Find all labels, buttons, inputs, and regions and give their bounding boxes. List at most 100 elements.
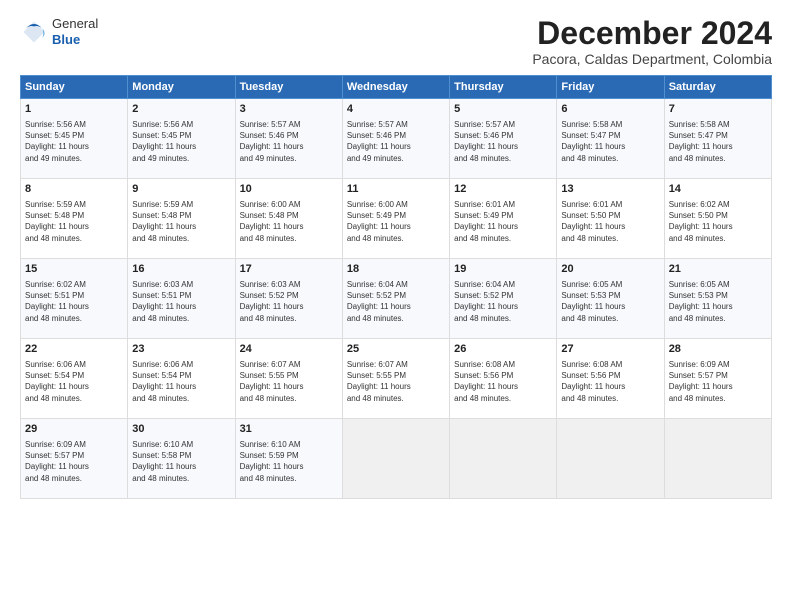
day-number: 12 (454, 182, 552, 197)
day-header-monday: Monday (128, 76, 235, 99)
day-number: 11 (347, 182, 445, 197)
calendar-cell: 20Sunrise: 6:05 AM Sunset: 5:53 PM Dayli… (557, 259, 664, 339)
day-number: 13 (561, 182, 659, 197)
day-info: Sunrise: 6:08 AM Sunset: 5:56 PM Dayligh… (561, 359, 659, 404)
day-number: 7 (669, 102, 767, 117)
day-number: 21 (669, 262, 767, 277)
calendar-cell: 27 Sunrise: 6:08 AM Sunset: 5:56 PM Dayli… (557, 339, 664, 419)
day-info: Sunrise: 6:04 AM Sunset: 5:52 PM Dayligh… (454, 279, 552, 324)
calendar-cell: 13Sunrise: 6:01 AM Sunset: 5:50 PM Dayli… (557, 179, 664, 259)
calendar-cell: 11Sunrise: 6:00 AM Sunset: 5:49 PM Dayli… (342, 179, 449, 259)
calendar-week-4: 22Sunrise: 6:06 AM Sunset: 5:54 PM Dayli… (21, 339, 772, 419)
calendar-title: December 2024 (532, 16, 772, 51)
day-number: 2 (132, 102, 230, 117)
day-header-sunday: Sunday (21, 76, 128, 99)
day-info: Sunrise: 6:08 AM Sunset: 5:56 PM Dayligh… (454, 359, 552, 404)
day-number: 25 (347, 342, 445, 357)
calendar-cell: 24Sunrise: 6:07 AM Sunset: 5:55 PM Dayli… (235, 339, 342, 419)
day-header-wednesday: Wednesday (342, 76, 449, 99)
day-header-friday: Friday (557, 76, 664, 99)
page: General Blue December 2024 Pacora, Calda… (0, 0, 792, 612)
calendar-cell: 15 Sunrise: 6:02 AM Sunset: 5:51 PM Dayli… (21, 259, 128, 339)
day-info: Sunrise: 6:00 AM Sunset: 5:48 PM Dayligh… (240, 199, 338, 244)
calendar-cell: 3 Sunrise: 5:57 AM Sunset: 5:46 PM Daylig… (235, 99, 342, 179)
calendar-cell: 4Sunrise: 5:57 AM Sunset: 5:46 PM Daylig… (342, 99, 449, 179)
calendar-cell: 26Sunrise: 6:08 AM Sunset: 5:56 PM Dayli… (450, 339, 557, 419)
day-info: Sunrise: 6:09 AM Sunset: 5:57 PM Dayligh… (669, 359, 767, 404)
calendar-table: SundayMondayTuesdayWednesdayThursdayFrid… (20, 75, 772, 499)
day-info: Sunrise: 6:03 AM Sunset: 5:52 PM Dayligh… (240, 279, 338, 324)
day-info: Sunrise: 5:58 AM Sunset: 5:47 PM Dayligh… (669, 119, 767, 164)
day-info: Sunrise: 5:59 AM Sunset: 5:48 PM Dayligh… (25, 199, 123, 244)
day-number: 15 (25, 262, 123, 277)
day-header-saturday: Saturday (664, 76, 771, 99)
day-number: 18 (347, 262, 445, 277)
day-number: 8 (25, 182, 123, 197)
day-number: 17 (240, 262, 338, 277)
calendar-cell: 29 Sunrise: 6:09 AM Sunset: 5:57 PM Dayli… (21, 419, 128, 499)
title-block: December 2024 Pacora, Caldas Department,… (532, 16, 772, 67)
day-info: Sunrise: 6:05 AM Sunset: 5:53 PM Dayligh… (561, 279, 659, 324)
day-info: Sunrise: 5:57 AM Sunset: 5:46 PM Dayligh… (454, 119, 552, 164)
calendar-cell (557, 419, 664, 499)
logo-blue: Blue (52, 32, 98, 48)
calendar-cell: 30 Sunrise: 6:10 AM Sunset: 5:58 PM Dayli… (128, 419, 235, 499)
day-info: Sunrise: 6:10 AM Sunset: 5:59 PM Dayligh… (240, 439, 338, 484)
calendar-cell (450, 419, 557, 499)
day-info: Sunrise: 6:06 AM Sunset: 5:54 PM Dayligh… (25, 359, 123, 404)
day-info: Sunrise: 5:58 AM Sunset: 5:47 PM Dayligh… (561, 119, 659, 164)
day-info: Sunrise: 5:56 AM Sunset: 5:45 PM Dayligh… (132, 119, 230, 164)
day-info: Sunrise: 5:57 AM Sunset: 5:46 PM Dayligh… (240, 119, 338, 164)
day-number: 24 (240, 342, 338, 357)
day-info: Sunrise: 6:05 AM Sunset: 5:53 PM Dayligh… (669, 279, 767, 324)
day-info: Sunrise: 6:10 AM Sunset: 5:58 PM Dayligh… (132, 439, 230, 484)
calendar-cell: 7 Sunrise: 5:58 AM Sunset: 5:47 PM Daylig… (664, 99, 771, 179)
calendar-week-5: 29 Sunrise: 6:09 AM Sunset: 5:57 PM Dayli… (21, 419, 772, 499)
logo: General Blue (20, 16, 98, 47)
day-number: 9 (132, 182, 230, 197)
calendar-cell: 17 Sunrise: 6:03 AM Sunset: 5:52 PM Dayli… (235, 259, 342, 339)
calendar-cell: 9 Sunrise: 5:59 AM Sunset: 5:48 PM Daylig… (128, 179, 235, 259)
day-number: 1 (25, 102, 123, 117)
calendar-cell: 19 Sunrise: 6:04 AM Sunset: 5:52 PM Dayli… (450, 259, 557, 339)
day-number: 30 (132, 422, 230, 437)
calendar-week-3: 15 Sunrise: 6:02 AM Sunset: 5:51 PM Dayli… (21, 259, 772, 339)
logo-text: General Blue (52, 16, 98, 47)
calendar-week-1: 1 Sunrise: 5:56 AM Sunset: 5:45 PM Daylig… (21, 99, 772, 179)
header: General Blue December 2024 Pacora, Calda… (20, 16, 772, 67)
calendar-cell: 5 Sunrise: 5:57 AM Sunset: 5:46 PM Daylig… (450, 99, 557, 179)
calendar-cell: 8 Sunrise: 5:59 AM Sunset: 5:48 PM Daylig… (21, 179, 128, 259)
day-number: 16 (132, 262, 230, 277)
day-header-thursday: Thursday (450, 76, 557, 99)
calendar-cell: 23Sunrise: 6:06 AM Sunset: 5:54 PM Dayli… (128, 339, 235, 419)
day-number: 5 (454, 102, 552, 117)
day-info: Sunrise: 5:59 AM Sunset: 5:48 PM Dayligh… (132, 199, 230, 244)
calendar-subtitle: Pacora, Caldas Department, Colombia (532, 51, 772, 67)
day-number: 14 (669, 182, 767, 197)
day-number: 23 (132, 342, 230, 357)
day-number: 3 (240, 102, 338, 117)
calendar-cell: 28 Sunrise: 6:09 AM Sunset: 5:57 PM Dayli… (664, 339, 771, 419)
day-info: Sunrise: 6:02 AM Sunset: 5:50 PM Dayligh… (669, 199, 767, 244)
day-number: 6 (561, 102, 659, 117)
day-header-row: SundayMondayTuesdayWednesdayThursdayFrid… (21, 76, 772, 99)
day-info: Sunrise: 6:09 AM Sunset: 5:57 PM Dayligh… (25, 439, 123, 484)
calendar-cell: 21 Sunrise: 6:05 AM Sunset: 5:53 PM Dayli… (664, 259, 771, 339)
logo-icon (20, 18, 48, 46)
day-number: 10 (240, 182, 338, 197)
day-number: 19 (454, 262, 552, 277)
calendar-cell: 16Sunrise: 6:03 AM Sunset: 5:51 PM Dayli… (128, 259, 235, 339)
day-number: 27 (561, 342, 659, 357)
day-number: 28 (669, 342, 767, 357)
calendar-week-2: 8 Sunrise: 5:59 AM Sunset: 5:48 PM Daylig… (21, 179, 772, 259)
day-info: Sunrise: 6:02 AM Sunset: 5:51 PM Dayligh… (25, 279, 123, 324)
calendar-cell: 18 Sunrise: 6:04 AM Sunset: 5:52 PM Dayli… (342, 259, 449, 339)
day-number: 29 (25, 422, 123, 437)
day-number: 4 (347, 102, 445, 117)
day-info: Sunrise: 5:56 AM Sunset: 5:45 PM Dayligh… (25, 119, 123, 164)
day-info: Sunrise: 6:04 AM Sunset: 5:52 PM Dayligh… (347, 279, 445, 324)
calendar-cell: 12Sunrise: 6:01 AM Sunset: 5:49 PM Dayli… (450, 179, 557, 259)
day-header-tuesday: Tuesday (235, 76, 342, 99)
calendar-cell: 10 Sunrise: 6:00 AM Sunset: 5:48 PM Dayli… (235, 179, 342, 259)
calendar-cell: 25Sunrise: 6:07 AM Sunset: 5:55 PM Dayli… (342, 339, 449, 419)
